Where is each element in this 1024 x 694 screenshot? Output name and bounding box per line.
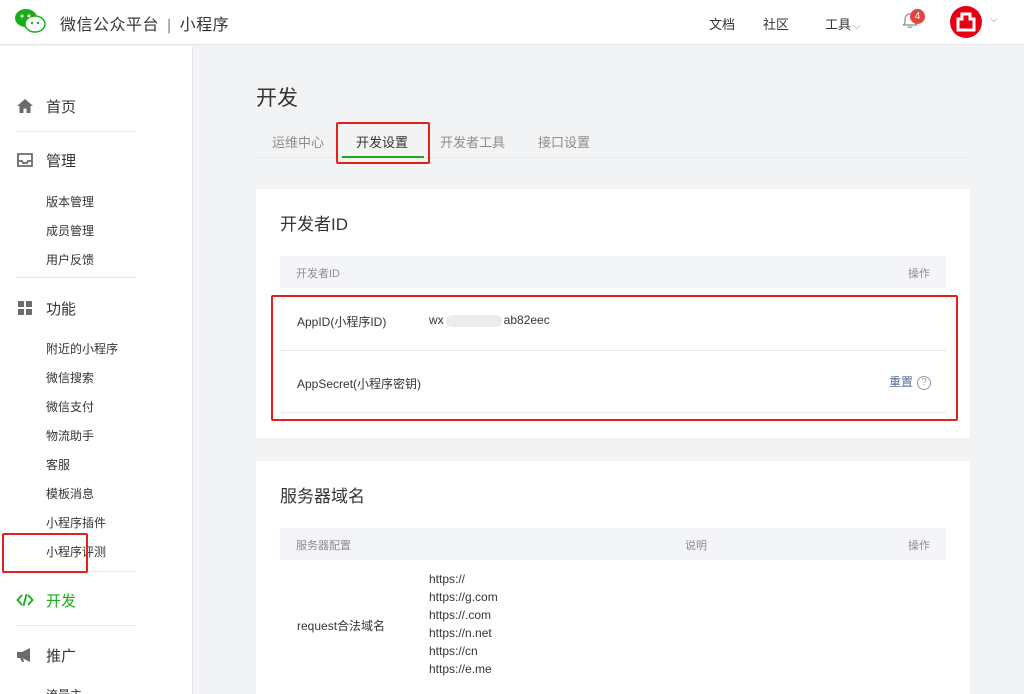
home-icon xyxy=(17,99,33,113)
sidebar-item-nearby[interactable]: 附近的小程序 xyxy=(46,340,118,357)
grid-icon xyxy=(18,301,32,315)
domain-item: https://.com xyxy=(429,608,492,622)
chevron-down-icon: ⌵ xyxy=(853,21,861,32)
tab-dev-tools[interactable]: 开发者工具 xyxy=(440,132,505,151)
inbox-icon xyxy=(17,153,33,167)
sidebar-group-label: 推广 xyxy=(46,648,77,665)
sidebar-item-feedback[interactable]: 用户反馈 xyxy=(46,251,94,268)
sidebar-item-label: 开发 xyxy=(46,593,77,610)
account-chevron-icon[interactable]: ⌵ xyxy=(990,14,998,25)
sidebar-group-label: 功能 xyxy=(46,301,77,318)
brand-name: 微信公众平台 xyxy=(60,17,160,34)
code-icon xyxy=(16,593,34,607)
avatar[interactable] xyxy=(950,6,982,38)
domain-item: https://g.com xyxy=(429,590,498,604)
tab-highlight-box xyxy=(336,122,430,164)
product-name: 小程序 xyxy=(179,17,230,34)
card-title: 服务器域名 xyxy=(280,487,365,506)
domain-item: https://e.me xyxy=(429,662,492,676)
request-domain-label: request合法域名 xyxy=(297,619,386,633)
table-header: 开发者ID 操作 xyxy=(280,256,946,288)
domain-item: https:// xyxy=(429,572,466,586)
divider xyxy=(16,625,136,626)
megaphone-icon xyxy=(17,648,30,662)
sidebar-item-version[interactable]: 版本管理 xyxy=(46,193,94,210)
sidebar: 首页 管理 版本管理 成员管理 用户反馈 功能 附近的小程序 微信搜索 微信支付… xyxy=(0,46,193,694)
brand-title[interactable]: 微信公众平台 | 小程序 xyxy=(60,11,229,35)
tab-ops-center[interactable]: 运维中心 xyxy=(272,132,324,151)
server-domain-card: 服务器域名 服务器配置 说明 操作 request合法域名 https:// h… xyxy=(256,461,970,694)
domain-item: https://n.net xyxy=(429,626,492,640)
sidebar-item-logistics[interactable]: 物流助手 xyxy=(46,427,94,444)
domain-item: https://cn xyxy=(429,644,478,658)
nav-tools-menu[interactable]: 工具 ⌵ xyxy=(825,14,861,33)
divider xyxy=(16,131,136,132)
column-header: 开发者ID xyxy=(296,268,340,280)
divider xyxy=(16,277,136,278)
column-header: 操作 xyxy=(908,540,930,552)
nav-docs-link[interactable]: 文档 xyxy=(709,14,735,33)
sidebar-item-template[interactable]: 模板消息 xyxy=(46,485,94,502)
develop-highlight-box xyxy=(2,533,88,573)
top-bar: 微信公众平台 | 小程序 文档 社区 工具 ⌵ 4 ⌵ xyxy=(0,0,1024,45)
sidebar-item-pay[interactable]: 微信支付 xyxy=(46,398,94,415)
wechat-logo-icon[interactable] xyxy=(14,8,46,34)
nav-community-link[interactable]: 社区 xyxy=(763,14,789,33)
developer-id-highlight-box xyxy=(271,295,958,421)
column-header: 说明 xyxy=(685,540,707,552)
column-header: 操作 xyxy=(908,268,930,280)
sidebar-item-plugins[interactable]: 小程序插件 xyxy=(46,514,106,531)
brand-separator: | xyxy=(167,17,172,34)
table-header: 服务器配置 说明 操作 xyxy=(280,528,946,560)
sidebar-item-members[interactable]: 成员管理 xyxy=(46,222,94,239)
tab-api-settings[interactable]: 接口设置 xyxy=(538,132,590,151)
page-title: 开发 xyxy=(256,87,298,110)
sidebar-group-label: 管理 xyxy=(46,153,77,170)
sidebar-item-service[interactable]: 客服 xyxy=(46,456,70,473)
avatar-logo-icon xyxy=(956,12,976,32)
sidebar-item-label: 首页 xyxy=(46,99,77,116)
card-title: 开发者ID xyxy=(280,215,348,234)
sidebar-item-traffic[interactable]: 流量主 xyxy=(46,686,82,694)
tools-label: 工具 xyxy=(825,17,852,32)
column-header: 服务器配置 xyxy=(296,540,351,552)
notification-badge: 4 xyxy=(910,9,925,24)
sidebar-item-search[interactable]: 微信搜索 xyxy=(46,369,94,386)
